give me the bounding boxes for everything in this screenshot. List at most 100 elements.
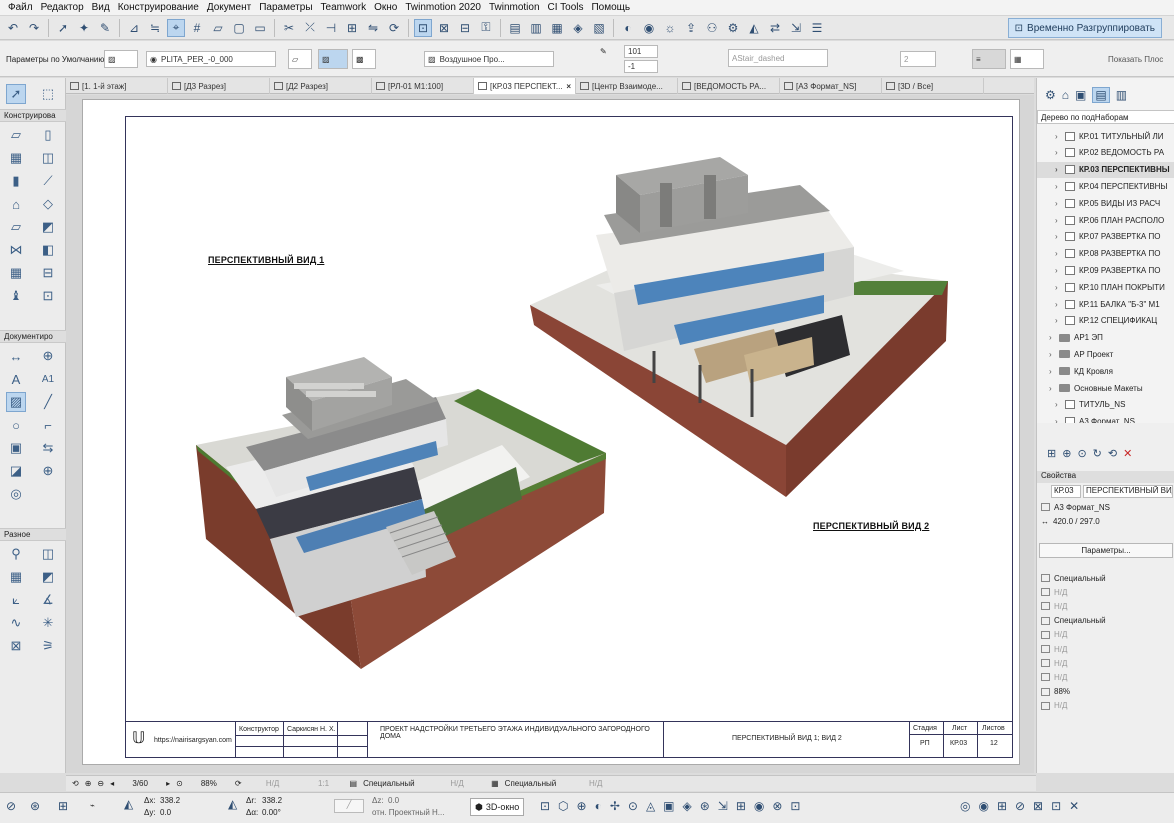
grid-tool-icon[interactable]: ▦ bbox=[6, 567, 26, 587]
drawing-tool-icon[interactable]: ▣ bbox=[6, 438, 26, 458]
expand-chevron-icon[interactable]: › bbox=[1055, 400, 1065, 409]
dimension-tool-icon[interactable]: ↔ bbox=[6, 346, 26, 366]
perspective-view-2-drawing[interactable] bbox=[524, 155, 954, 505]
sun-icon[interactable]: ☼ bbox=[661, 19, 679, 37]
3d-tools-icons[interactable]: ⊡⬡⊕◐✢⊙◬▣◈⊛⇲⊞◉⊗⊡ bbox=[540, 799, 808, 813]
intersect-icon[interactable]: ⤫ bbox=[301, 19, 319, 37]
elevation-view-icon[interactable]: ▦ bbox=[548, 19, 566, 37]
tab-rl01[interactable]: [РЛ-01 М1:100] bbox=[372, 78, 474, 94]
dimension-label[interactable]: Специальный bbox=[505, 779, 565, 788]
navigator-folder[interactable]: › КД Кровля bbox=[1037, 363, 1174, 379]
dy-value[interactable]: 0.0 bbox=[160, 808, 171, 817]
expand-chevron-icon[interactable]: › bbox=[1049, 384, 1059, 393]
arrow-tool-icon[interactable]: ➚ bbox=[54, 19, 72, 37]
roof-tool-icon[interactable]: ⌂ bbox=[6, 194, 26, 214]
navigator-layout-item[interactable]: › КР.08 РАЗВЕРТКА ПО bbox=[1037, 246, 1174, 262]
navigator-layout-item[interactable]: › КР.11 БАЛКА "Б-3" М1 bbox=[1037, 296, 1174, 312]
fill-pattern-selector[interactable]: ▨ Воздушное Про... bbox=[424, 51, 554, 67]
angle-dimension-icon[interactable]: ∡ bbox=[38, 590, 58, 610]
publish-property-row[interactable]: 88% bbox=[1037, 685, 1174, 699]
publish-property-row[interactable]: Н/Д bbox=[1037, 656, 1174, 670]
zoom-icon[interactable]: ⊙ bbox=[176, 779, 183, 788]
tab-interaction-center[interactable]: [Центр Взаимоде... bbox=[576, 78, 678, 94]
arrow-select-icon[interactable]: ➚ bbox=[6, 84, 26, 104]
toolbox-section-document[interactable]: Документиро bbox=[0, 330, 66, 343]
navigator-layout-item[interactable]: › КР.09 РАЗВЕРТКА ПО bbox=[1037, 262, 1174, 278]
parameters-button[interactable]: Параметры... bbox=[1039, 543, 1173, 558]
publisher-sets-icon[interactable]: ▥ bbox=[1116, 88, 1127, 102]
teamwork-icon[interactable]: ⚇ bbox=[703, 19, 721, 37]
view-2-title[interactable]: ПЕРСПЕКТИВНЫЙ ВИД 2 bbox=[813, 521, 929, 531]
spline-tool-icon[interactable]: ∿ bbox=[6, 613, 26, 633]
place-drawing-icon[interactable]: ⊙ bbox=[1077, 447, 1086, 460]
dz-value[interactable]: 0.0 bbox=[388, 796, 399, 805]
door-tool-icon[interactable]: ◧ bbox=[38, 240, 58, 260]
navigator-layout-item[interactable]: › ТИТУЛЬ_NS bbox=[1037, 397, 1174, 413]
zoom-in-icon[interactable]: ⊕ bbox=[85, 779, 92, 788]
display-option-2[interactable]: ▦ bbox=[1010, 49, 1044, 69]
layout-book-icon[interactable]: ▤ bbox=[1092, 87, 1110, 103]
undo-zoom-icon[interactable]: ⟲ bbox=[72, 779, 79, 788]
publish-property-row[interactable]: Н/Д bbox=[1037, 699, 1174, 713]
fill-type-selector[interactable]: ▨ bbox=[104, 50, 138, 68]
refresh-icon[interactable]: ⟲ bbox=[1108, 447, 1117, 460]
lock-icon[interactable]: ⚿ bbox=[477, 19, 495, 37]
snap-guides-icon[interactable]: ⊘ bbox=[6, 799, 16, 813]
expand-chevron-icon[interactable]: › bbox=[1055, 182, 1065, 191]
view-tools-icons[interactable]: ◎◉⊞⊘⊠⊡✕ bbox=[960, 799, 1087, 813]
rotate-view-icon[interactable]: ⟳ bbox=[235, 779, 242, 788]
layout-sheet[interactable]: ПЕРСПЕКТИВНЫЙ ВИД 1 ПЕРСПЕКТИВНЫЙ ВИД 2 bbox=[82, 99, 1020, 765]
rotate-icon[interactable]: ⟳ bbox=[385, 19, 403, 37]
prev-page-icon[interactable]: ◂ bbox=[110, 779, 114, 788]
layout-id-field[interactable]: КР.03 bbox=[1051, 485, 1081, 498]
tab-section-d2[interactable]: [Д2 Разрез] bbox=[270, 78, 372, 94]
publish-property-row[interactable]: Специальный bbox=[1037, 571, 1174, 585]
navigator-layout-item[interactable]: › КР.01 ТИТУЛЬНЫЙ ЛИ bbox=[1037, 128, 1174, 144]
menu-design[interactable]: Конструирование bbox=[114, 2, 203, 13]
layout-book-icon[interactable]: ▧ bbox=[590, 19, 608, 37]
toolbox-section-misc[interactable]: Разное bbox=[0, 528, 66, 541]
opening-tool-icon[interactable]: ◫ bbox=[38, 544, 58, 564]
navigator-layout-item[interactable]: › КР.03 ПЕРСПЕКТИВНЫ bbox=[1037, 161, 1174, 178]
polyline-tool-icon[interactable]: ⌐ bbox=[38, 415, 58, 435]
level-dimension-tool-icon[interactable]: ⊕ bbox=[38, 346, 58, 366]
next-page-icon[interactable]: ▸ bbox=[166, 779, 170, 788]
figure-tool-icon[interactable]: ◪ bbox=[6, 461, 26, 481]
background-pen-field[interactable]: -1 bbox=[624, 60, 658, 73]
export-icon[interactable]: ⇲ bbox=[787, 19, 805, 37]
guide-line-icon[interactable]: ≒ bbox=[146, 19, 164, 37]
grid-snap-icon[interactable]: # bbox=[188, 19, 206, 37]
navigator-layout-item[interactable]: › КР.10 ПЛАН ПОКРЫТИ bbox=[1037, 279, 1174, 295]
grid-element-icon[interactable]: ⚲ bbox=[6, 544, 26, 564]
magic-wand-icon[interactable]: ✦ bbox=[75, 19, 93, 37]
pen-number-field[interactable]: 2 bbox=[900, 51, 936, 67]
adjust-icon[interactable]: ⊣ bbox=[322, 19, 340, 37]
dx-value[interactable]: 338.2 bbox=[160, 796, 180, 805]
layout-canvas[interactable]: ПЕРСПЕКТИВНЫЙ ВИД 1 ПЕРСПЕКТИВНЫЙ ВИД 2 bbox=[66, 95, 1034, 773]
lamp-tool-icon[interactable]: ⊡ bbox=[38, 286, 58, 306]
menu-ci-tools[interactable]: CI Tools bbox=[544, 2, 588, 13]
expand-chevron-icon[interactable]: › bbox=[1055, 132, 1065, 141]
menu-edit[interactable]: Редактор bbox=[37, 2, 88, 13]
layer-selector[interactable]: ◉ PLITA_PER_-0_000 bbox=[146, 51, 276, 67]
close-tab-icon[interactable]: × bbox=[562, 82, 575, 91]
project-map-icon[interactable]: ⌂ bbox=[1062, 88, 1069, 102]
navigator-folder[interactable]: › Основные Макеты bbox=[1037, 380, 1174, 396]
sync-icon[interactable]: ⇄ bbox=[766, 19, 784, 37]
twinmotion-icon[interactable]: ◭ bbox=[745, 19, 763, 37]
fill-option-1[interactable]: ▱ bbox=[288, 49, 312, 69]
tab-schedule[interactable]: [ВЕДОМОСТЬ РА... bbox=[678, 78, 780, 94]
camera-icon[interactable]: ◉ bbox=[640, 19, 658, 37]
menu-twinmotion[interactable]: Twinmotion bbox=[485, 2, 544, 13]
settings-icon[interactable]: ☰ bbox=[808, 19, 826, 37]
view-map-icon[interactable]: ▣ bbox=[1075, 88, 1086, 102]
marquee-icon[interactable]: ⬚ bbox=[38, 84, 58, 104]
shell-tool-icon[interactable]: ◇ bbox=[38, 194, 58, 214]
elevation-tool-icon[interactable]: ⟀ bbox=[6, 590, 26, 610]
fill-tool-icon[interactable]: ▨ bbox=[6, 392, 26, 412]
box-icon[interactable]: ▢ bbox=[230, 19, 248, 37]
tab-section-d3[interactable]: [Д3 Разрез] bbox=[168, 78, 270, 94]
navigator-layout-item[interactable]: › КР.12 СПЕЦИФИКАЦ bbox=[1037, 313, 1174, 329]
fill-option-2[interactable]: ▨ bbox=[318, 49, 348, 69]
tab-a3-master[interactable]: [А3 Формат_NS] bbox=[780, 78, 882, 94]
